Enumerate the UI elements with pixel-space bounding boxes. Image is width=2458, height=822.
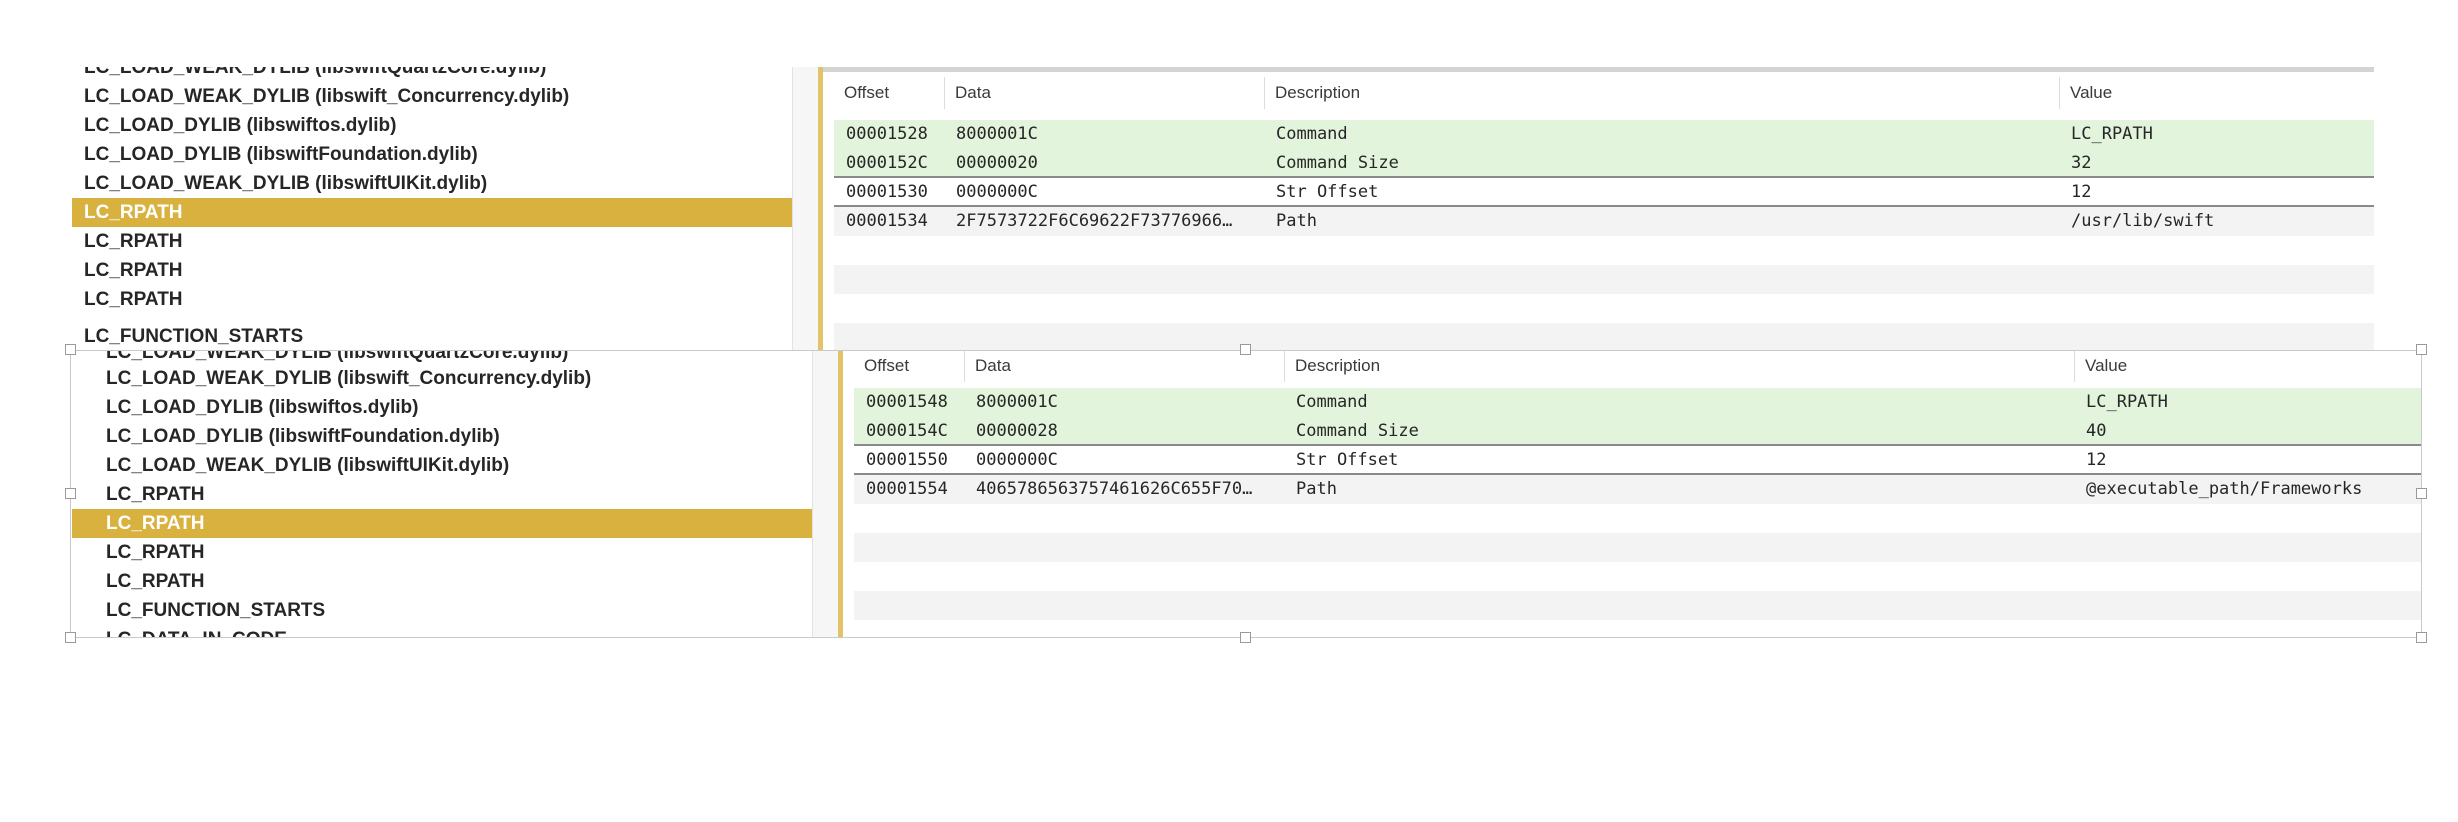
details-table: Offset Data Description Value 00001548 8… — [854, 350, 2422, 638]
list-item[interactable]: LC_LOAD_WEAK_DYLIB (libswiftQuartzCore.d… — [72, 67, 792, 82]
column-header-value[interactable]: Value — [2059, 77, 2359, 109]
empty-row-stripe — [834, 265, 2374, 294]
list-item-selected[interactable]: LC_RPATH — [72, 509, 812, 538]
cell-value: LC_RPATH — [2071, 124, 2153, 144]
cell-offset: 00001548 — [866, 392, 948, 412]
cell-description: Str Offset — [1276, 182, 1379, 202]
cell-description: Str Offset — [1296, 450, 1399, 470]
list-item[interactable]: LC_LOAD_WEAK_DYLIB (libswiftUIKit.dylib) — [72, 169, 792, 198]
cell-data: 2F7573722F6C69622F73776966… — [956, 211, 1233, 231]
cell-data: 8000001C — [956, 124, 1038, 144]
table-row[interactable]: 00001534 2F7573722F6C69622F73776966… Pat… — [834, 207, 2374, 236]
resize-handle-middle-left[interactable] — [65, 488, 76, 499]
column-header-description[interactable]: Description — [1284, 350, 2074, 382]
cell-data: 00000020 — [956, 153, 1038, 173]
list-item[interactable]: LC_RPATH — [72, 480, 812, 509]
cell-value: @executable_path/Frameworks — [2086, 479, 2363, 499]
cell-data: 4065786563757461626C655F70… — [976, 479, 1253, 499]
column-header-offset[interactable]: Offset — [854, 350, 964, 382]
list-item[interactable]: LC_RPATH — [72, 538, 812, 567]
resize-handle-top-center[interactable] — [1240, 344, 1251, 355]
resize-handle-middle-right[interactable] — [2416, 488, 2427, 499]
list-item[interactable]: LC_LOAD_WEAK_DYLIB (libswift_Concurrency… — [72, 82, 792, 111]
cell-description: Command — [1296, 392, 1368, 412]
table-row[interactable]: 0000154C 00000028 Command Size 40 — [854, 417, 2422, 446]
resize-handle-bottom-center[interactable] — [1240, 632, 1251, 643]
cell-value: 32 — [2071, 153, 2092, 173]
details-table: Offset Data Description Value 00001528 8… — [834, 67, 2374, 351]
table-row[interactable]: 00001530 0000000C Str Offset 12 — [834, 178, 2374, 207]
cell-offset: 0000152C — [846, 153, 928, 173]
table-row[interactable]: 00001528 8000001C Command LC_RPATH — [834, 120, 2374, 149]
resize-handle-top-right[interactable] — [2416, 344, 2427, 355]
cell-description: Path — [1296, 479, 1337, 499]
cell-description: Command Size — [1296, 421, 1419, 441]
resize-handle-bottom-right[interactable] — [2416, 632, 2427, 643]
cell-offset: 00001528 — [846, 124, 928, 144]
column-header-offset[interactable]: Offset — [834, 77, 944, 109]
empty-row-stripe — [854, 533, 2422, 562]
load-commands-list[interactable]: LC_LOAD_WEAK_DYLIB (libswiftQuartzCore.d… — [72, 67, 792, 351]
empty-row-stripe — [854, 591, 2422, 620]
table-row[interactable]: 00001550 0000000C Str Offset 12 — [854, 446, 2422, 475]
cell-offset: 00001550 — [866, 450, 948, 470]
list-item-selected[interactable]: LC_RPATH — [72, 198, 792, 227]
list-item[interactable]: LC_RPATH — [72, 256, 792, 285]
load-commands-panel-top: LC_LOAD_WEAK_DYLIB (libswiftQuartzCore.d… — [72, 67, 2374, 351]
cell-value: 12 — [2086, 450, 2107, 470]
list-item[interactable]: LC_RPATH — [72, 227, 792, 256]
empty-row-stripe — [834, 323, 2374, 351]
column-header-data[interactable]: Data — [944, 77, 1264, 109]
list-item[interactable]: LC_RPATH — [72, 567, 812, 596]
cell-value: LC_RPATH — [2086, 392, 2168, 412]
table-row[interactable]: 0000152C 00000020 Command Size 32 — [834, 149, 2374, 178]
cell-value: 40 — [2086, 421, 2107, 441]
table-row[interactable]: 00001554 4065786563757461626C655F70… Pat… — [854, 475, 2422, 504]
load-commands-list[interactable]: LC_LOAD_WEAK_DYLIB (libswiftQuartzCore.d… — [72, 350, 812, 638]
cell-data: 0000000C — [956, 182, 1038, 202]
list-item[interactable]: LC_LOAD_WEAK_DYLIB (libswiftUIKit.dylib) — [72, 451, 812, 480]
cell-data: 00000028 — [976, 421, 1058, 441]
list-item[interactable]: LC_FUNCTION_STARTS — [72, 596, 812, 625]
column-header-description[interactable]: Description — [1264, 77, 2059, 109]
split-view-divider[interactable] — [838, 350, 843, 638]
cell-description: Command Size — [1276, 153, 1399, 173]
cell-offset: 0000154C — [866, 421, 948, 441]
list-item[interactable]: LC_DATA_IN_CODE — [72, 625, 812, 638]
cell-offset: 00001534 — [846, 211, 928, 231]
cell-description: Command — [1276, 124, 1348, 144]
list-item[interactable]: LC_LOAD_DYLIB (libswiftos.dylib) — [72, 111, 792, 140]
load-commands-panel-bottom: LC_LOAD_WEAK_DYLIB (libswiftQuartzCore.d… — [72, 350, 2422, 638]
list-item[interactable]: LC_FUNCTION_STARTS — [72, 322, 792, 351]
cell-value: /usr/lib/swift — [2071, 211, 2215, 231]
table-row[interactable]: 00001548 8000001C Command LC_RPATH — [854, 388, 2422, 417]
split-view-divider[interactable] — [818, 67, 823, 351]
table-header: Offset Data Description Value — [834, 77, 2374, 109]
cell-value: 12 — [2071, 182, 2092, 202]
cell-description: Path — [1276, 211, 1317, 231]
list-item[interactable]: LC_LOAD_DYLIB (libswiftFoundation.dylib) — [72, 422, 812, 451]
cell-data: 8000001C — [976, 392, 1058, 412]
resize-handle-bottom-left[interactable] — [65, 632, 76, 643]
column-header-value[interactable]: Value — [2074, 350, 2404, 382]
cell-data: 0000000C — [976, 450, 1058, 470]
list-item[interactable]: LC_LOAD_WEAK_DYLIB (libswift_Concurrency… — [72, 364, 812, 393]
list-item[interactable]: LC_LOAD_DYLIB (libswiftos.dylib) — [72, 393, 812, 422]
resize-handle-top-left[interactable] — [65, 344, 76, 355]
list-item[interactable]: LC_LOAD_DYLIB (libswiftFoundation.dylib) — [72, 140, 792, 169]
table-header: Offset Data Description Value — [854, 350, 2422, 382]
cell-offset: 00001554 — [866, 479, 948, 499]
cell-offset: 00001530 — [846, 182, 928, 202]
list-item[interactable]: LC_RPATH — [72, 285, 792, 314]
column-header-data[interactable]: Data — [964, 350, 1284, 382]
